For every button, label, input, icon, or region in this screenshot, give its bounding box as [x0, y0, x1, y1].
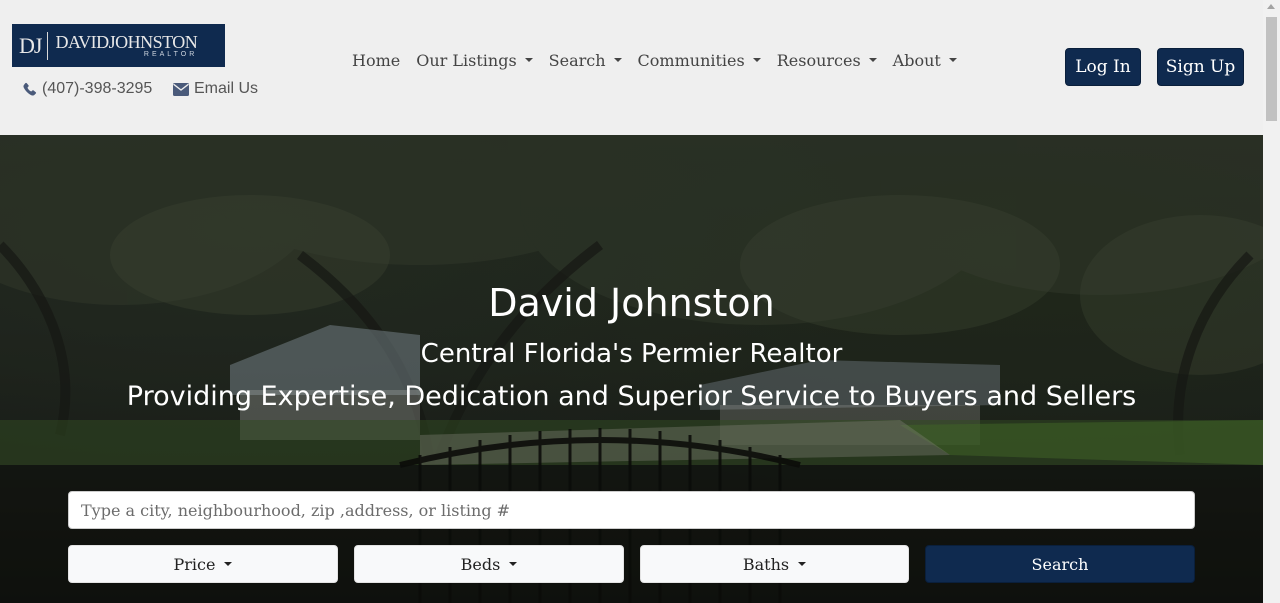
nav-about[interactable]: About	[893, 51, 957, 70]
email-link[interactable]: Email Us	[173, 79, 258, 99]
price-dropdown[interactable]: Price	[68, 545, 338, 583]
nav-home-label: Home	[352, 50, 401, 70]
nav-communities-label: Communities	[637, 50, 745, 70]
login-button[interactable]: Log In	[1065, 48, 1141, 86]
search-button[interactable]: Search	[925, 545, 1195, 583]
logo-subtitle: REALTOR	[143, 50, 198, 58]
site-header: DJ DAVIDJOHNSTON REALTOR (407)-398-3295 …	[0, 0, 1263, 135]
nav-about-label: About	[892, 50, 941, 70]
baths-dropdown[interactable]: Baths	[640, 545, 909, 583]
email-label: Email Us	[194, 80, 259, 97]
nav-communities[interactable]: Communities	[638, 51, 761, 70]
logo-divider	[47, 31, 49, 60]
chevron-down-icon	[948, 58, 957, 62]
logo-initials: DJ	[19, 32, 42, 58]
beds-dropdown-label: Beds	[460, 554, 501, 574]
hero-title: David Johnston	[488, 281, 775, 325]
page-scrollbar[interactable]	[1263, 0, 1280, 603]
phone-icon	[23, 82, 37, 96]
hero-subtitle: Central Florida's Permier Realtor	[420, 339, 843, 369]
phone-number: (407)-398-3295	[42, 80, 153, 97]
search-input[interactable]	[68, 491, 1195, 529]
phone-link[interactable]: (407)-398-3295	[22, 79, 152, 99]
nav-resources[interactable]: Resources	[777, 51, 877, 70]
site-logo[interactable]: DJ DAVIDJOHNSTON REALTOR	[12, 24, 225, 67]
chevron-down-icon	[224, 562, 233, 566]
main-nav: Home Our Listings Search Communities Res…	[352, 48, 973, 72]
chevron-down-icon	[752, 58, 761, 62]
price-dropdown-label: Price	[173, 554, 216, 574]
logo-text-block: DAVIDJOHNSTON REALTOR	[55, 33, 197, 59]
chevron-down-icon	[524, 58, 533, 62]
nav-resources-label: Resources	[776, 50, 861, 70]
nav-our-listings-label: Our Listings	[416, 50, 517, 70]
logo-name: DAVIDJOHNSTON	[55, 31, 198, 52]
nav-our-listings[interactable]: Our Listings	[416, 50, 533, 70]
nav-home[interactable]: Home	[352, 51, 400, 70]
hero-banner: David Johnston Central Florida's Permier…	[0, 135, 1263, 603]
scroll-up-arrow-icon[interactable]	[1267, 4, 1275, 9]
signup-button[interactable]: Sign Up	[1157, 48, 1244, 86]
baths-dropdown-label: Baths	[742, 554, 790, 574]
nav-search-label: Search	[548, 50, 606, 70]
chevron-down-icon	[868, 58, 877, 62]
nav-search[interactable]: Search	[549, 51, 622, 70]
chevron-down-icon	[798, 562, 807, 566]
hero-tagline: Providing Expertise, Dedication and Supe…	[126, 381, 1137, 412]
beds-dropdown[interactable]: Beds	[354, 545, 624, 583]
scrollbar-thumb[interactable]	[1266, 17, 1277, 121]
chevron-down-icon	[613, 58, 622, 62]
envelope-icon	[173, 82, 189, 96]
chevron-down-icon	[509, 562, 518, 566]
